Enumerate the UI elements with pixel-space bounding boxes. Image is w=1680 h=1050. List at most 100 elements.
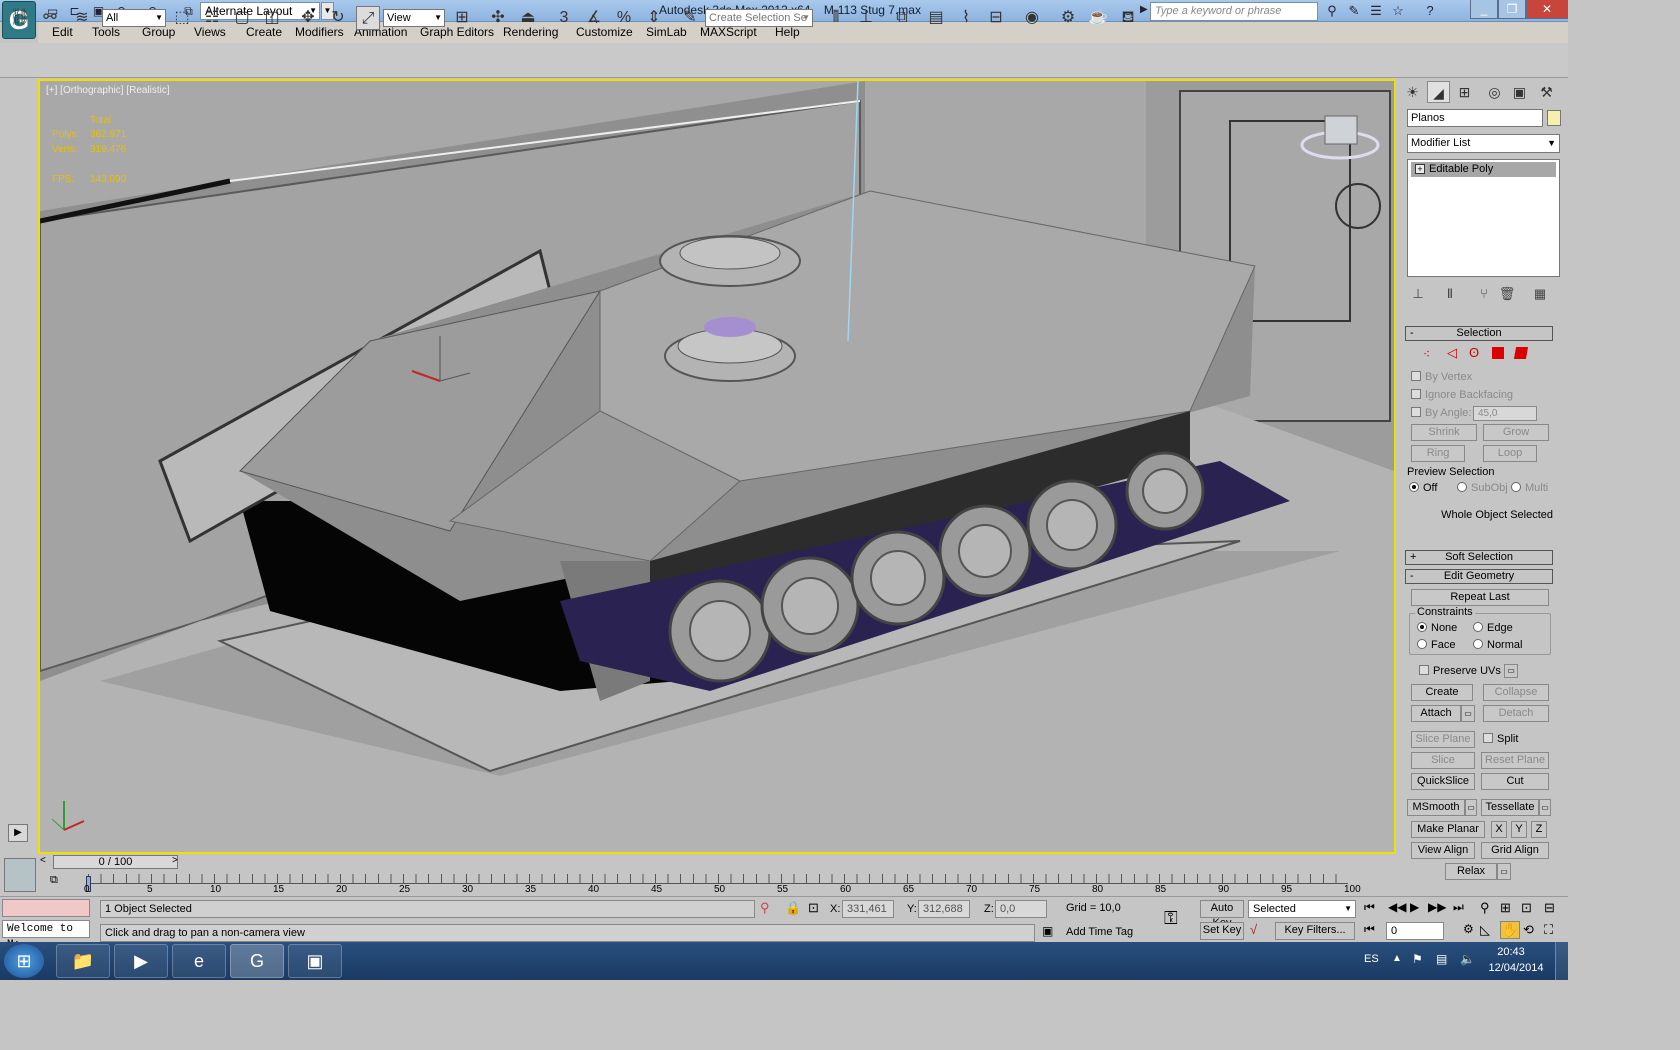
hierarchy-tab-icon[interactable]: ⊞ bbox=[1453, 81, 1476, 103]
relax-button[interactable]: Relax bbox=[1445, 863, 1497, 880]
attach-list-button[interactable]: ▭ bbox=[1461, 705, 1475, 722]
zoom-icon[interactable]: ⚲ bbox=[1480, 900, 1490, 916]
rendered-frame-window-icon[interactable]: ☕ bbox=[1086, 6, 1110, 30]
zoom-extents-all-icon[interactable]: ⊟ bbox=[1544, 900, 1555, 916]
key-tangent-icon[interactable]: √ bbox=[1250, 922, 1257, 937]
track-bar[interactable]: ⧉ 0 5 10 15 20 25 30 35 40 45 50 55 60 65 70 75 80 85 90 95… bbox=[38, 872, 1396, 896]
modify-tab-icon[interactable]: ◢ bbox=[1427, 81, 1450, 103]
vertex-mode-icon[interactable]: ⁖ bbox=[1423, 347, 1430, 361]
layer-manager-icon[interactable]: ⧉ bbox=[890, 6, 914, 30]
time-tag-icon[interactable]: ▣ bbox=[1042, 924, 1053, 938]
pan-view-hand-icon[interactable]: ✋ bbox=[1500, 921, 1520, 939]
x-coord-field[interactable]: 331,461 bbox=[842, 900, 894, 918]
key-mode-toggle-icon[interactable]: ⏮ bbox=[1364, 922, 1375, 937]
slice-button[interactable]: Slice bbox=[1411, 752, 1475, 769]
element-mode-icon[interactable] bbox=[1513, 347, 1529, 359]
msmooth-settings-button[interactable]: ▭ bbox=[1465, 799, 1477, 816]
play-icon[interactable]: ▶ bbox=[1410, 900, 1419, 914]
key-mode-dropdown[interactable]: Selected ▼ bbox=[1248, 900, 1356, 918]
key-filters-button[interactable]: Key Filters... bbox=[1275, 922, 1355, 940]
make-unique-icon[interactable]: ⑂ bbox=[1473, 284, 1495, 304]
explorer-taskbar-icon[interactable]: 📁 bbox=[56, 944, 110, 978]
time-slider[interactable]: < 0 / 100 > bbox=[38, 854, 1396, 870]
clock-time[interactable]: 20:43 bbox=[1484, 946, 1538, 958]
time-configuration-icon[interactable]: ⚙ bbox=[1463, 922, 1474, 936]
start-button[interactable]: ⊞ bbox=[4, 944, 44, 978]
set-key-button[interactable]: Set Key bbox=[1200, 922, 1244, 940]
communication-center-icon[interactable]: ✎ bbox=[1344, 3, 1364, 19]
maximize-viewport-icon[interactable]: ⛶ bbox=[1544, 922, 1553, 938]
show-end-result-icon[interactable]: Ⅱ bbox=[1439, 284, 1461, 304]
auto-key-button[interactable]: Auto Key bbox=[1200, 900, 1244, 929]
move-icon[interactable]: ✥ bbox=[296, 6, 320, 30]
close-button[interactable]: ✕ bbox=[1526, 0, 1568, 19]
internet-explorer-taskbar-icon[interactable]: e bbox=[172, 944, 226, 978]
expand-tray-icon[interactable]: ▶ bbox=[8, 824, 28, 842]
language-indicator[interactable]: ES bbox=[1364, 953, 1379, 965]
ring-button[interactable]: Ring bbox=[1411, 445, 1465, 462]
binoculars-icon[interactable]: ⚲ bbox=[1322, 3, 1342, 19]
favorites-star-icon[interactable]: ☆ bbox=[1388, 3, 1408, 19]
mirror-icon[interactable]: ⫴ bbox=[824, 6, 848, 30]
preview-off-radio[interactable]: Off bbox=[1409, 482, 1437, 494]
next-frame-icon[interactable]: ▶▶ bbox=[1428, 900, 1446, 914]
grow-button[interactable]: Grow bbox=[1483, 424, 1549, 441]
object-name-field[interactable]: Planos bbox=[1407, 109, 1543, 127]
motion-tab-icon[interactable]: ◎ bbox=[1483, 81, 1506, 103]
edit-named-selection-icon[interactable]: ✎ bbox=[678, 6, 702, 30]
planar-z-button[interactable]: Z bbox=[1531, 821, 1547, 838]
current-frame-field[interactable]: 0 bbox=[1386, 922, 1444, 940]
ignore-backfacing-checkbox[interactable]: Ignore Backfacing bbox=[1411, 389, 1513, 401]
collapse-button[interactable]: Collapse bbox=[1483, 684, 1549, 701]
utilities-tab-icon[interactable]: ⚒ bbox=[1535, 81, 1558, 103]
menu-maxscript[interactable]: MAXScript bbox=[700, 25, 757, 39]
grid-align-button[interactable]: Grid Align bbox=[1481, 842, 1549, 859]
y-coord-field[interactable]: 312,688 bbox=[918, 900, 970, 918]
mini-listener-icon[interactable] bbox=[4, 858, 36, 892]
constraint-edge-radio[interactable]: Edge bbox=[1473, 622, 1513, 634]
modifier-list-dropdown[interactable]: Modifier List ▼ bbox=[1407, 134, 1560, 153]
render-production-icon[interactable]: ⛾ bbox=[1116, 6, 1140, 30]
go-to-start-icon[interactable]: ⏮ bbox=[1364, 900, 1375, 915]
create-button[interactable]: Create bbox=[1411, 684, 1473, 701]
next-frame-arrow-icon[interactable]: > bbox=[172, 855, 178, 866]
expand-icon[interactable]: + bbox=[1415, 164, 1425, 174]
planar-y-button[interactable]: Y bbox=[1511, 821, 1527, 838]
edit-geometry-rollout-header[interactable]: - Edit Geometry bbox=[1405, 569, 1553, 584]
curve-editor-icon[interactable]: ⌇ bbox=[954, 6, 978, 30]
render-setup-icon[interactable]: ⚙ bbox=[1056, 6, 1080, 30]
show-desktop-button[interactable] bbox=[1555, 942, 1568, 980]
keyboard-shortcut-override-icon[interactable]: ⏏ bbox=[516, 6, 540, 30]
border-mode-icon[interactable]: ʘ bbox=[1469, 345, 1479, 360]
image-viewer-taskbar-icon[interactable]: ▣ bbox=[288, 944, 342, 978]
field-of-view-icon[interactable]: ◺ bbox=[1480, 922, 1490, 938]
z-coord-field[interactable]: 0,0 bbox=[995, 900, 1047, 918]
zoom-all-icon[interactable]: ⊞ bbox=[1500, 900, 1511, 916]
time-slider-thumb[interactable]: 0 / 100 bbox=[53, 855, 178, 869]
selection-filter-dropdown[interactable]: All ▼ bbox=[102, 9, 166, 27]
by-vertex-checkbox[interactable]: By Vertex bbox=[1411, 371, 1472, 383]
clock-date[interactable]: 12/04/2014 bbox=[1484, 962, 1548, 974]
create-tab-icon[interactable]: ☀ bbox=[1401, 81, 1424, 103]
relax-settings-button[interactable]: ▭ bbox=[1497, 863, 1511, 880]
maxscript-listener-pink[interactable] bbox=[2, 899, 90, 917]
constraint-normal-radio[interactable]: Normal bbox=[1473, 639, 1522, 651]
configure-modifier-sets-icon[interactable]: ▦ bbox=[1529, 284, 1551, 304]
help-icon[interactable]: ? bbox=[1420, 3, 1440, 19]
tray-volume-icon[interactable]: 🔈 bbox=[1460, 952, 1475, 966]
tessellate-button[interactable]: Tessellate bbox=[1481, 799, 1539, 816]
select-object-icon[interactable]: ⬚ bbox=[170, 6, 194, 30]
display-tab-icon[interactable]: ▣ bbox=[1508, 81, 1531, 103]
maximize-button[interactable]: ❐ bbox=[1498, 0, 1526, 19]
scene-explorer-icon[interactable]: ▤ bbox=[924, 6, 948, 30]
make-planar-button[interactable]: Make Planar bbox=[1411, 821, 1485, 838]
quickslice-button[interactable]: QuickSlice bbox=[1411, 773, 1475, 790]
constraint-face-radio[interactable]: Face bbox=[1417, 639, 1455, 651]
snaps-toggle-icon[interactable]: 3 bbox=[552, 6, 576, 30]
loop-button[interactable]: Loop bbox=[1483, 445, 1537, 462]
schematic-view-icon[interactable]: ⊟ bbox=[984, 6, 1008, 30]
perspective-viewport[interactable]: [+] [Orthographic] [Realistic] Total Pol… bbox=[38, 79, 1396, 854]
percent-snap-icon[interactable]: % bbox=[612, 6, 636, 30]
minimize-button[interactable]: _ bbox=[1470, 0, 1498, 19]
material-editor-icon[interactable]: ◉ bbox=[1020, 6, 1044, 30]
